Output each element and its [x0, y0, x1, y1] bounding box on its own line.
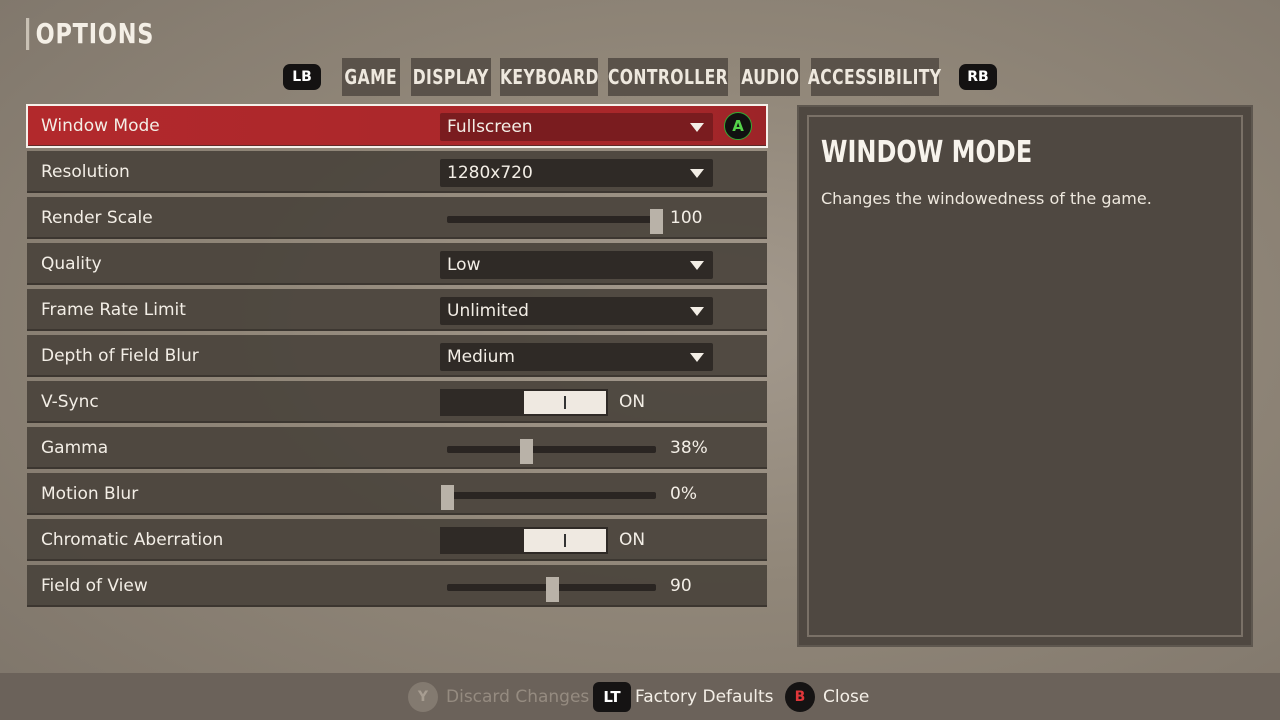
- setting-window-mode[interactable]: Window Mode Fullscreen A: [26, 104, 768, 148]
- setting-resolution[interactable]: Resolution 1280x720: [27, 151, 767, 193]
- setting-field-of-view[interactable]: Field of View 90: [27, 565, 767, 607]
- setting-motion-blur[interactable]: Motion Blur 0%: [27, 473, 767, 515]
- setting-label: Chromatic Aberration: [41, 530, 224, 550]
- setting-label: Window Mode: [41, 116, 160, 136]
- discard-changes-button[interactable]: Y Discard Changes: [408, 681, 589, 712]
- setting-quality[interactable]: Quality Low: [27, 243, 767, 285]
- setting-render-scale[interactable]: Render Scale 100: [27, 197, 767, 239]
- close-label: Close: [823, 686, 870, 707]
- lt-button-icon: LT: [593, 681, 631, 712]
- setting-label: Gamma: [41, 438, 109, 458]
- setting-label: Resolution: [41, 162, 130, 182]
- chevron-down-icon: [690, 307, 704, 316]
- rb-bumper-icon[interactable]: RB: [959, 64, 997, 90]
- slider-thumb[interactable]: [546, 577, 559, 602]
- quality-dropdown[interactable]: Low: [440, 251, 713, 279]
- close-button[interactable]: B Close: [785, 681, 869, 712]
- factory-defaults-label: Factory Defaults: [635, 686, 774, 707]
- frame-rate-dropdown[interactable]: Unlimited: [440, 297, 713, 325]
- tab-keyboard[interactable]: KEYBOARD: [500, 58, 598, 96]
- setting-gamma[interactable]: Gamma 38%: [27, 427, 767, 469]
- footer-bar: Y Discard Changes LT Factory Defaults B …: [0, 673, 1280, 720]
- slider-value: 38%: [670, 438, 708, 458]
- v-sync-toggle[interactable]: [440, 389, 608, 416]
- discard-changes-label: Discard Changes: [446, 686, 590, 707]
- field-of-view-slider[interactable]: [447, 577, 656, 602]
- setting-depth-of-field-blur[interactable]: Depth of Field Blur Medium: [27, 335, 767, 377]
- setting-label: Field of View: [41, 576, 148, 596]
- slider-value: 90: [670, 576, 692, 596]
- setting-frame-rate-limit[interactable]: Frame Rate Limit Unlimited: [27, 289, 767, 331]
- tab-display[interactable]: DISPLAY: [411, 58, 491, 96]
- info-description: Changes the windowedness of the game.: [821, 189, 1152, 208]
- slider-thumb[interactable]: [520, 439, 533, 464]
- dropdown-value: 1280x720: [447, 163, 533, 183]
- depth-of-field-dropdown[interactable]: Medium: [440, 343, 713, 371]
- slider-value: 100: [670, 208, 703, 228]
- toggle-value: ON: [619, 530, 646, 550]
- setting-label: Depth of Field Blur: [41, 346, 199, 366]
- a-button-icon: A: [724, 112, 752, 140]
- setting-label: Frame Rate Limit: [41, 300, 186, 320]
- tab-accessibility[interactable]: ACCESSIBILITY: [808, 58, 941, 96]
- toggle-knob: [524, 391, 606, 414]
- chromatic-aberration-toggle[interactable]: [440, 527, 608, 554]
- page-title: OPTIONS: [26, 18, 154, 50]
- chevron-down-icon: [690, 169, 704, 178]
- setting-label: Motion Blur: [41, 484, 139, 504]
- gamma-slider[interactable]: [447, 439, 656, 464]
- render-scale-slider[interactable]: [447, 209, 663, 234]
- chevron-down-icon: [690, 123, 704, 132]
- dropdown-value: Low: [447, 255, 481, 275]
- lb-bumper-icon[interactable]: LB: [283, 64, 321, 90]
- resolution-dropdown[interactable]: 1280x720: [440, 159, 713, 187]
- tab-audio[interactable]: AUDIO: [740, 58, 800, 96]
- setting-v-sync[interactable]: V-Sync ON: [27, 381, 767, 423]
- setting-label: Render Scale: [41, 208, 153, 228]
- info-title: WINDOW MODE: [821, 135, 1033, 170]
- info-panel-frame: WINDOW MODE Changes the windowedness of …: [807, 115, 1243, 637]
- tab-game[interactable]: GAME: [342, 58, 400, 96]
- motion-blur-slider[interactable]: [441, 485, 656, 510]
- chevron-down-icon: [690, 353, 704, 362]
- info-panel: WINDOW MODE Changes the windowedness of …: [797, 105, 1253, 647]
- setting-label: V-Sync: [41, 392, 99, 412]
- factory-defaults-button[interactable]: LT Factory Defaults: [593, 681, 773, 712]
- dropdown-value: Medium: [447, 347, 515, 367]
- setting-label: Quality: [41, 254, 102, 274]
- toggle-knob: [524, 529, 606, 552]
- slider-thumb[interactable]: [650, 209, 663, 234]
- slider-value: 0%: [670, 484, 697, 504]
- dropdown-value: Fullscreen: [447, 117, 533, 137]
- slider-thumb[interactable]: [441, 485, 454, 510]
- setting-chromatic-aberration[interactable]: Chromatic Aberration ON: [27, 519, 767, 561]
- tab-controller[interactable]: CONTROLLER: [608, 58, 728, 96]
- window-mode-dropdown[interactable]: Fullscreen: [440, 113, 713, 141]
- y-button-icon: Y: [408, 681, 438, 712]
- b-button-icon: B: [785, 681, 815, 712]
- chevron-down-icon: [690, 261, 704, 270]
- toggle-value: ON: [619, 392, 646, 412]
- dropdown-value: Unlimited: [447, 301, 529, 321]
- tab-bar: LB GAME DISPLAY KEYBOARD CONTROLLER AUDI…: [0, 58, 1280, 96]
